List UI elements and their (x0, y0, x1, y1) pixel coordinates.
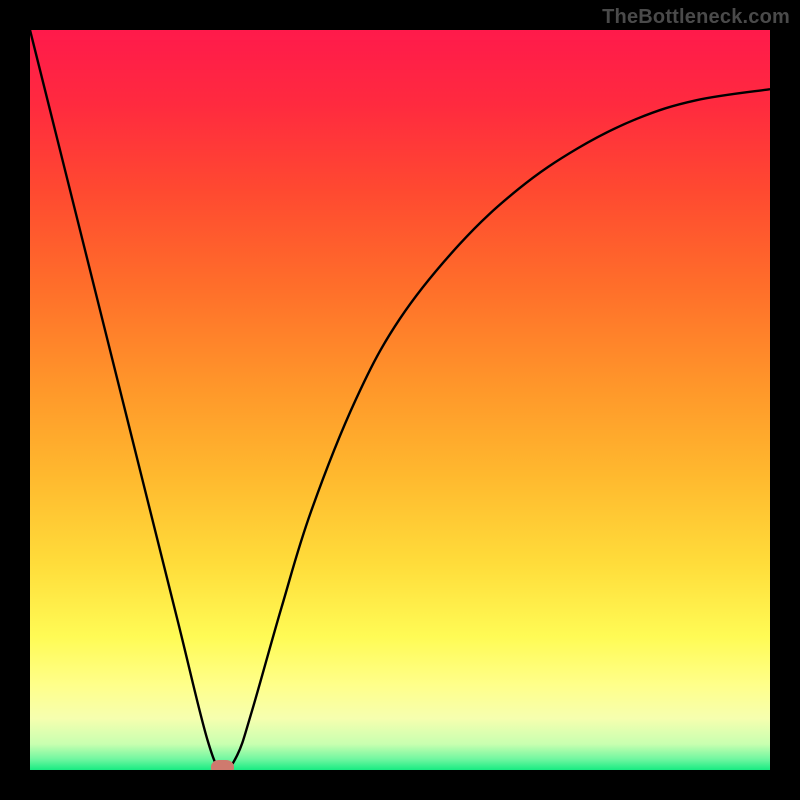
plot-svg (30, 30, 770, 770)
gradient-background (30, 30, 770, 770)
chart-frame: TheBottleneck.com (0, 0, 800, 800)
plot-area (30, 30, 770, 770)
sweet-spot-marker (211, 760, 234, 770)
watermark-text: TheBottleneck.com (602, 6, 790, 29)
